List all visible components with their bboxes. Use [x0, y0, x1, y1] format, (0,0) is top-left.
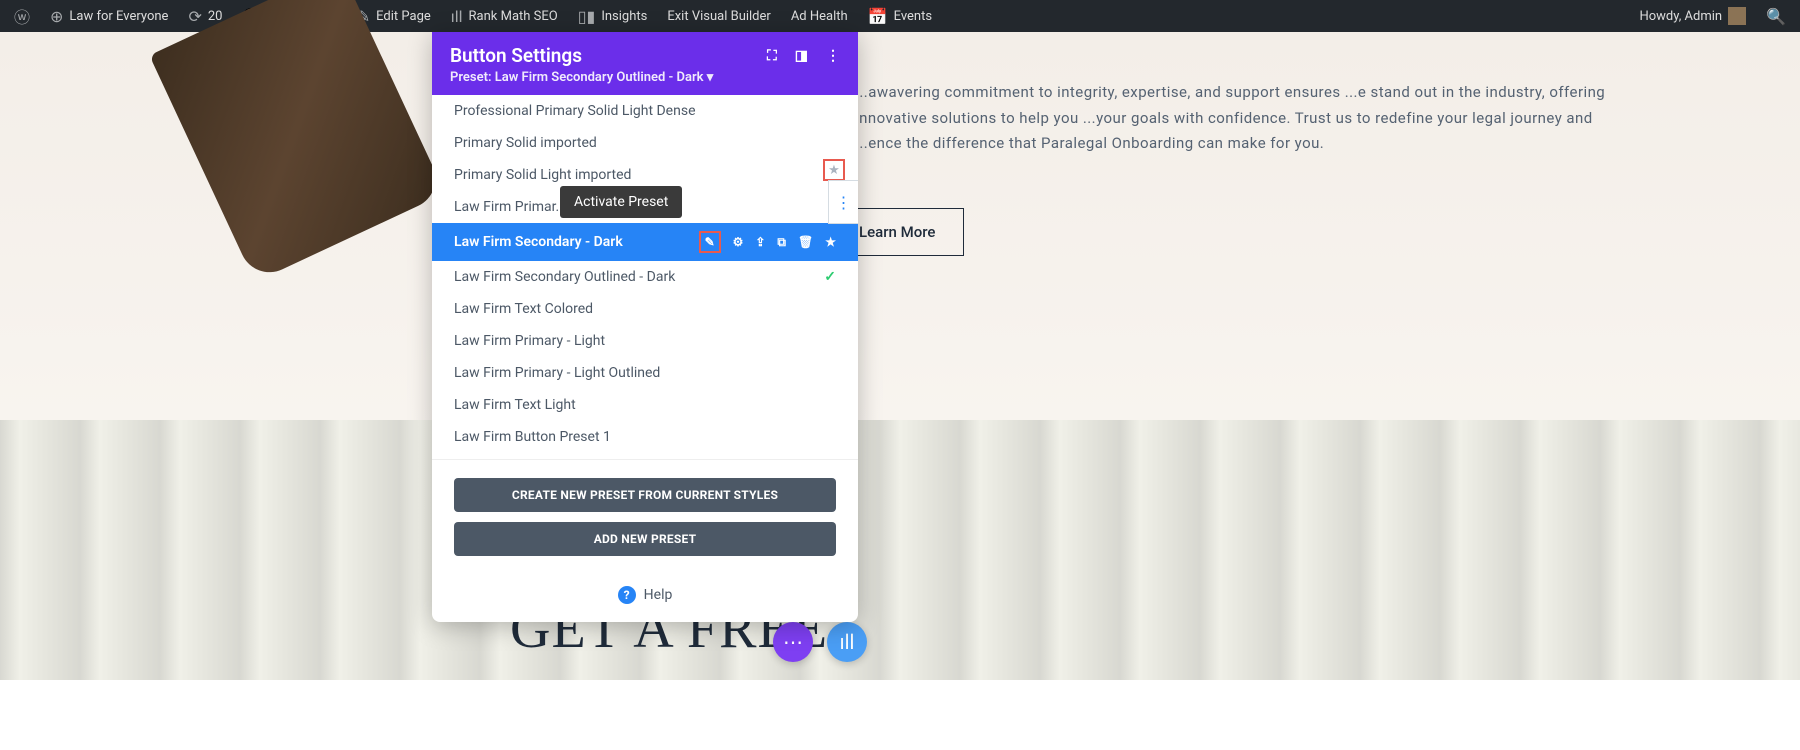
chevron-down-icon: ▾ — [707, 70, 714, 85]
exit-builder-label: Exit Visual Builder — [667, 9, 770, 24]
preset-label-text: Primary Solid Light imported — [454, 167, 631, 183]
modal-header: Button Settings ⛶ ◨ ⋮ Preset: Law Firm S… — [432, 32, 858, 95]
insights-link[interactable]: ▯▮ Insights — [570, 0, 656, 32]
search-icon: 🔍 — [1766, 7, 1786, 26]
howdy-label: Howdy, Admin — [1639, 9, 1722, 24]
help-icon: ? — [618, 586, 636, 604]
preset-current: Law Firm Secondary Outlined - Dark — [495, 70, 704, 85]
star-highlight-box: ★ — [823, 159, 845, 181]
upload-icon[interactable]: ⇪ — [755, 235, 765, 249]
button-settings-modal: Button Settings ⛶ ◨ ⋮ Preset: Law Firm S… — [432, 32, 858, 622]
preset-item[interactable]: Primary Solid imported — [432, 127, 858, 159]
chart-icon: ıll — [451, 7, 463, 26]
modal-header-actions: ⛶ ◨ ⋮ — [767, 48, 840, 64]
rank-math-link[interactable]: ıll Rank Math SEO — [443, 0, 566, 32]
preset-item[interactable]: Law Firm Primary - Light — [432, 325, 858, 357]
modal-actions: CREATE NEW PRESET FROM CURRENT STYLES AD… — [432, 459, 858, 576]
preset-item-active[interactable]: Law Firm Secondary - Dark ✎ ⚙ ⇪ ⧉ 🗑 ★ — [432, 223, 858, 261]
preset-label-text: Law Firm Secondary Outlined - Dark — [454, 269, 675, 285]
preset-label-text: Law Firm Primary - Light — [454, 333, 605, 349]
avatar — [1728, 7, 1746, 25]
preset-breadcrumb[interactable]: Preset: Law Firm Secondary Outlined - Da… — [450, 70, 840, 85]
edit-page-label: Edit Page — [376, 9, 431, 24]
ad-health-label: Ad Health — [791, 9, 848, 24]
gear-icon[interactable]: ⚙ — [733, 235, 744, 249]
home-icon: ⊕ — [50, 7, 63, 26]
help-label: Help — [644, 587, 673, 603]
module-handle[interactable]: ⋮ — [828, 180, 858, 224]
preset-item[interactable]: Law Firm Text Light — [432, 389, 858, 421]
preset-label-text: Professional Primary Solid Light Dense — [454, 103, 696, 119]
preset-label-text: Law Firm Primar... — [454, 199, 567, 215]
exit-builder-link[interactable]: Exit Visual Builder — [659, 0, 778, 32]
create-preset-button[interactable]: CREATE NEW PRESET FROM CURRENT STYLES — [454, 478, 836, 512]
preset-item-actions: ✎ ⚙ ⇪ ⧉ 🗑 ★ — [699, 231, 836, 253]
fab-more[interactable]: ⋯ — [773, 622, 813, 662]
wp-logo[interactable]: ⓦ — [6, 0, 38, 32]
bar-chart-icon: ▯▮ — [578, 7, 596, 26]
activate-highlight-box: ✎ — [699, 231, 721, 253]
events-label: Events — [894, 9, 932, 24]
star-icon[interactable]: ★ — [828, 163, 840, 178]
preset-item[interactable]: Law Firm Primary - Light Outlined — [432, 357, 858, 389]
pillars-bg — [0, 420, 1800, 680]
dots-icon: ⋯ — [783, 630, 803, 654]
add-preset-button[interactable]: ADD NEW PRESET — [454, 522, 836, 556]
page-canvas: ...awavering commitment to integrity, ex… — [0, 32, 1800, 750]
dock-icon[interactable]: ◨ — [795, 48, 808, 64]
site-name: Law for Everyone — [69, 9, 168, 24]
preset-label-text: Law Firm Button Preset 1 — [454, 429, 611, 445]
preset-label-text: Law Firm Secondary - Dark — [454, 234, 623, 250]
preset-item[interactable]: Law Firm Button Preset 1 — [432, 421, 858, 453]
activate-preset-tooltip: Activate Preset — [560, 186, 682, 218]
insights-label: Insights — [601, 9, 647, 24]
preset-label-text: Law Firm Text Light — [454, 397, 576, 413]
kebab-icon[interactable]: ⋮ — [826, 48, 840, 64]
wand-icon[interactable]: ✎ — [705, 235, 715, 249]
wordpress-icon: ⓦ — [14, 4, 30, 28]
duplicate-icon[interactable]: ⧉ — [777, 235, 786, 250]
check-icon: ✓ — [824, 269, 836, 285]
preset-list: Professional Primary Solid Light Dense P… — [432, 95, 858, 453]
trash-icon[interactable]: 🗑 — [798, 235, 813, 249]
help-link[interactable]: ? Help — [432, 576, 858, 622]
modal-title: Button Settings — [450, 44, 582, 67]
search-toggle[interactable]: 🔍 — [1758, 0, 1794, 32]
bars-icon: ıll — [840, 630, 855, 654]
ad-health-link[interactable]: Ad Health — [783, 0, 856, 32]
calendar-icon: 📅 — [868, 7, 888, 26]
events-link[interactable]: 📅 Events — [860, 0, 940, 32]
refresh-icon: ⟳ — [188, 7, 201, 26]
preset-label-text: Law Firm Text Colored — [454, 301, 593, 317]
preset-item[interactable]: Professional Primary Solid Light Dense — [432, 95, 858, 127]
preset-label-text: Law Firm Primary - Light Outlined — [454, 365, 660, 381]
preset-label-text: Primary Solid imported — [454, 135, 597, 151]
preset-item[interactable]: Law Firm Secondary Outlined - Dark ✓ — [432, 261, 858, 293]
howdy-link[interactable]: Howdy, Admin — [1631, 0, 1754, 32]
hero-body-text: ...awavering commitment to integrity, ex… — [855, 80, 1620, 157]
adminbar-right: Howdy, Admin 🔍 — [1631, 0, 1794, 32]
site-name-link[interactable]: ⊕ Law for Everyone — [42, 0, 176, 32]
preset-prefix: Preset: — [450, 70, 491, 85]
fab-stats[interactable]: ıll — [827, 622, 867, 662]
preset-item[interactable]: Law Firm Text Colored — [432, 293, 858, 325]
star-icon[interactable]: ★ — [825, 235, 836, 249]
adminbar-left: ⓦ ⊕Law for Everyone ⟳20 💬0 +New ✎Edit Pa… — [6, 0, 940, 32]
rank-math-label: Rank Math SEO — [469, 9, 558, 24]
expand-icon[interactable]: ⛶ — [767, 48, 777, 64]
